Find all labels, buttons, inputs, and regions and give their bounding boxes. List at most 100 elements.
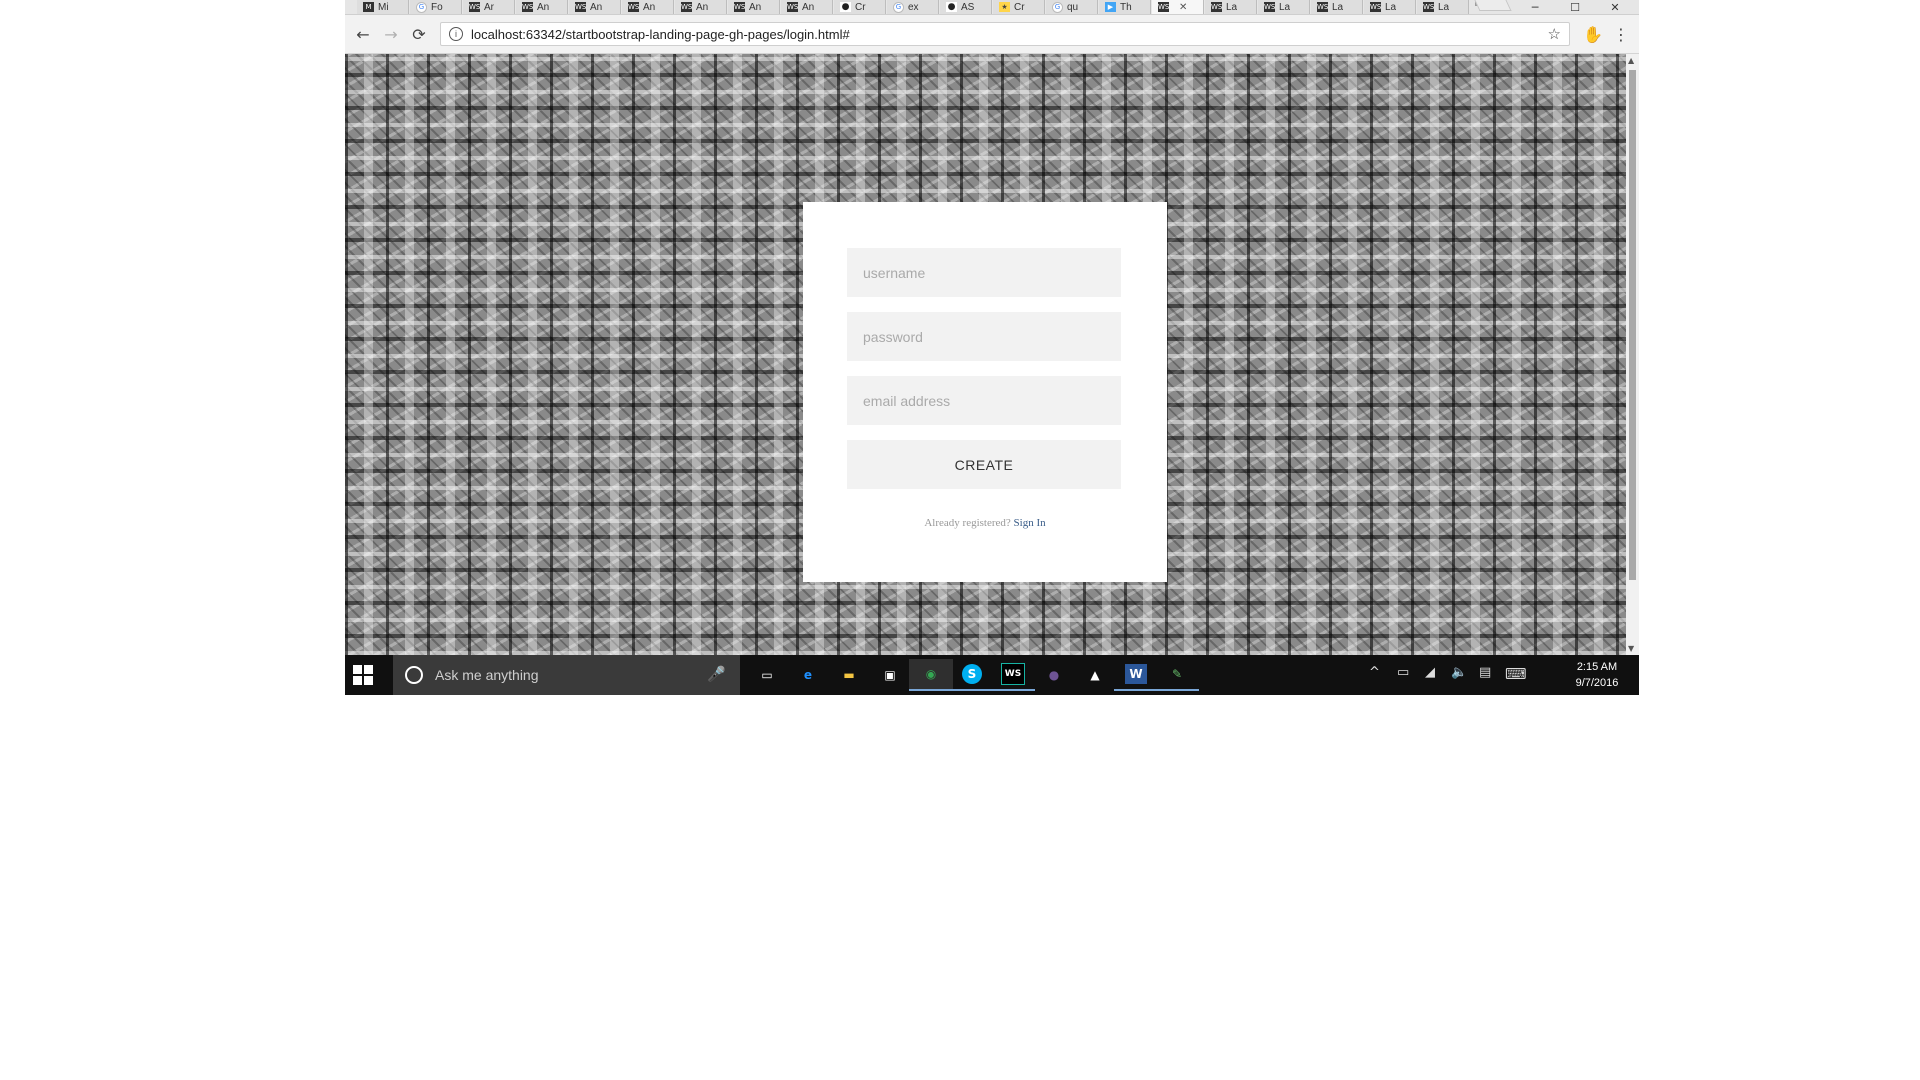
taskbar-store-button[interactable]: ▣ [868, 659, 912, 691]
browser-tab[interactable]: WS An [516, 0, 568, 14]
browser-tab[interactable]: WS ✕ [1152, 0, 1204, 14]
skype-icon: S [962, 664, 982, 684]
taskbar-webstorm-button[interactable]: WS [991, 659, 1035, 691]
scroll-up-arrow-icon[interactable]: ▲ [1628, 56, 1634, 65]
menu-icon[interactable]: ⋮ [1611, 24, 1631, 44]
tab-favicon-icon: WS [1211, 2, 1223, 12]
taskbar-paint-button[interactable]: ✎ [1155, 659, 1199, 691]
password-input[interactable] [847, 312, 1121, 361]
browser-tab[interactable]: WS An [781, 0, 833, 14]
microphone-icon[interactable]: 🎤 [707, 665, 726, 683]
browser-tab[interactable]: WS La [1311, 0, 1363, 14]
tab-close-icon[interactable]: ✕ [1179, 2, 1187, 13]
browser-tab[interactable]: ▶ Th [1099, 0, 1151, 14]
action-center-icon[interactable]: ▤ [1479, 665, 1491, 680]
browser-tab[interactable]: G Fo [410, 0, 462, 14]
browser-tab[interactable]: WS An [675, 0, 727, 14]
tab-favicon-icon: ● [840, 2, 851, 12]
network-icon[interactable]: ◢ [1425, 665, 1435, 680]
url-text[interactable]: localhost:63342/startbootstrap-landing-p… [471, 27, 850, 42]
tab-favicon-icon: ▶ [1105, 2, 1116, 12]
tab-favicon-icon: WS [1264, 2, 1276, 12]
tab-favicon-icon: G [416, 1, 427, 13]
chrome-icon: ◉ [925, 667, 937, 681]
scroll-down-arrow-icon[interactable]: ▼ [1628, 644, 1634, 653]
touch-keyboard-icon[interactable]: ⌨ [1505, 665, 1527, 683]
forward-arrow-icon[interactable]: → [381, 24, 401, 44]
cortana-search-box[interactable]: Ask me anything 🎤 [393, 655, 740, 695]
screen: M Mi G Fo WS Ar WS An WS An WS An WS An WS An WS An ● Cr Gex… [345, 0, 1639, 695]
tab-favicon-icon: WS [734, 2, 746, 12]
taskbar-task-view-button[interactable]: ▭ [745, 659, 789, 691]
email-input[interactable] [847, 376, 1121, 425]
hand-extension-icon[interactable]: ✋ [1583, 24, 1603, 44]
taskbar-github-button[interactable]: ● [1032, 659, 1076, 691]
tab-favicon-icon: WS [681, 2, 693, 12]
tab-title: An [696, 1, 709, 13]
tab-favicon-icon: G [893, 1, 904, 13]
show-hidden-icons-chevron-icon[interactable]: ^ [1369, 665, 1380, 680]
tab-favicon-icon: G [1052, 1, 1063, 13]
tab-favicon-icon: WS [1370, 2, 1382, 12]
bookmark-star-icon[interactable]: ☆ [1548, 25, 1561, 43]
close-window-button[interactable]: ✕ [1595, 0, 1635, 14]
tab-title: Th [1120, 1, 1132, 13]
address-bar[interactable]: i localhost:63342/startbootstrap-landing… [440, 22, 1570, 46]
github-icon: ● [1048, 668, 1060, 682]
tab-favicon-icon: WS [628, 2, 640, 12]
photos-icon: ▲ [1090, 668, 1100, 682]
tab-favicon-icon: M [363, 2, 374, 12]
info-icon[interactable]: i [449, 27, 463, 41]
tab-title: ex [908, 1, 919, 13]
reload-icon[interactable]: ⟳ [409, 24, 429, 44]
windows-start-icon[interactable] [353, 665, 373, 685]
tab-title: An [749, 1, 762, 13]
browser-tab[interactable]: Gqu [1046, 0, 1098, 14]
system-clock[interactable]: 2:15 AM 9/7/2016 [1567, 659, 1627, 691]
tab-title: La [1226, 1, 1238, 13]
volume-icon[interactable]: 🔈 [1451, 665, 1467, 680]
page-scrollbar[interactable]: ▲ ▼ [1626, 54, 1639, 655]
tab-title: La [1279, 1, 1291, 13]
tab-title: An [537, 1, 550, 13]
new-tab-button[interactable] [1474, 0, 1512, 11]
browser-tab[interactable]: WS An [622, 0, 674, 14]
maximize-button[interactable]: ☐ [1555, 0, 1595, 14]
username-input[interactable] [847, 248, 1121, 297]
minimize-button[interactable]: ─ [1515, 0, 1555, 14]
browser-tab[interactable]: ● Cr [834, 0, 886, 14]
taskbar-photos-button[interactable]: ▲ [1073, 659, 1117, 691]
create-button[interactable]: CREATE [847, 440, 1121, 489]
browser-tab[interactable]: WS An [569, 0, 621, 14]
tab-title: La [1385, 1, 1397, 13]
tab-favicon-icon: WS [469, 2, 481, 12]
back-arrow-icon[interactable]: ← [353, 24, 373, 44]
browser-tab[interactable]: WS La [1417, 0, 1469, 14]
taskbar-chrome-button[interactable]: ◉ [909, 659, 953, 691]
browser-tab[interactable]: WS An [728, 0, 780, 14]
tab-title: Cr [1014, 1, 1025, 13]
browser-tab[interactable]: ● AS [940, 0, 992, 14]
tab-title: An [590, 1, 603, 13]
taskbar-word-button[interactable]: W [1114, 659, 1158, 691]
browser-tab[interactable]: WS La [1258, 0, 1310, 14]
sign-in-link[interactable]: Sign In [1014, 517, 1046, 529]
tab-title: Mi [378, 1, 389, 13]
browser-tab[interactable]: WS Ar [463, 0, 515, 14]
browser-tab[interactable]: Gex [887, 0, 939, 14]
word-icon: W [1125, 664, 1147, 684]
scrollbar-thumb[interactable] [1629, 70, 1636, 580]
cortana-icon [405, 666, 423, 684]
taskbar-file-explorer-button[interactable]: ▬ [827, 659, 871, 691]
battery-icon[interactable]: ▭ [1397, 665, 1409, 680]
browser-tab[interactable]: WS La [1364, 0, 1416, 14]
browser-tab[interactable]: WS La [1205, 0, 1257, 14]
tab-title: qu [1067, 1, 1079, 13]
file-explorer-icon: ▬ [843, 668, 855, 682]
taskbar-skype-button[interactable]: S [950, 659, 994, 691]
browser-tab[interactable]: M Mi [357, 0, 409, 14]
tab-strip: M Mi G Fo WS Ar WS An WS An WS An WS An WS An WS An ● Cr Gex… [345, 0, 1639, 15]
edge-icon: e [803, 668, 813, 682]
browser-tab[interactable]: ★ Cr [993, 0, 1045, 14]
taskbar-edge-button[interactable]: e [786, 659, 830, 691]
